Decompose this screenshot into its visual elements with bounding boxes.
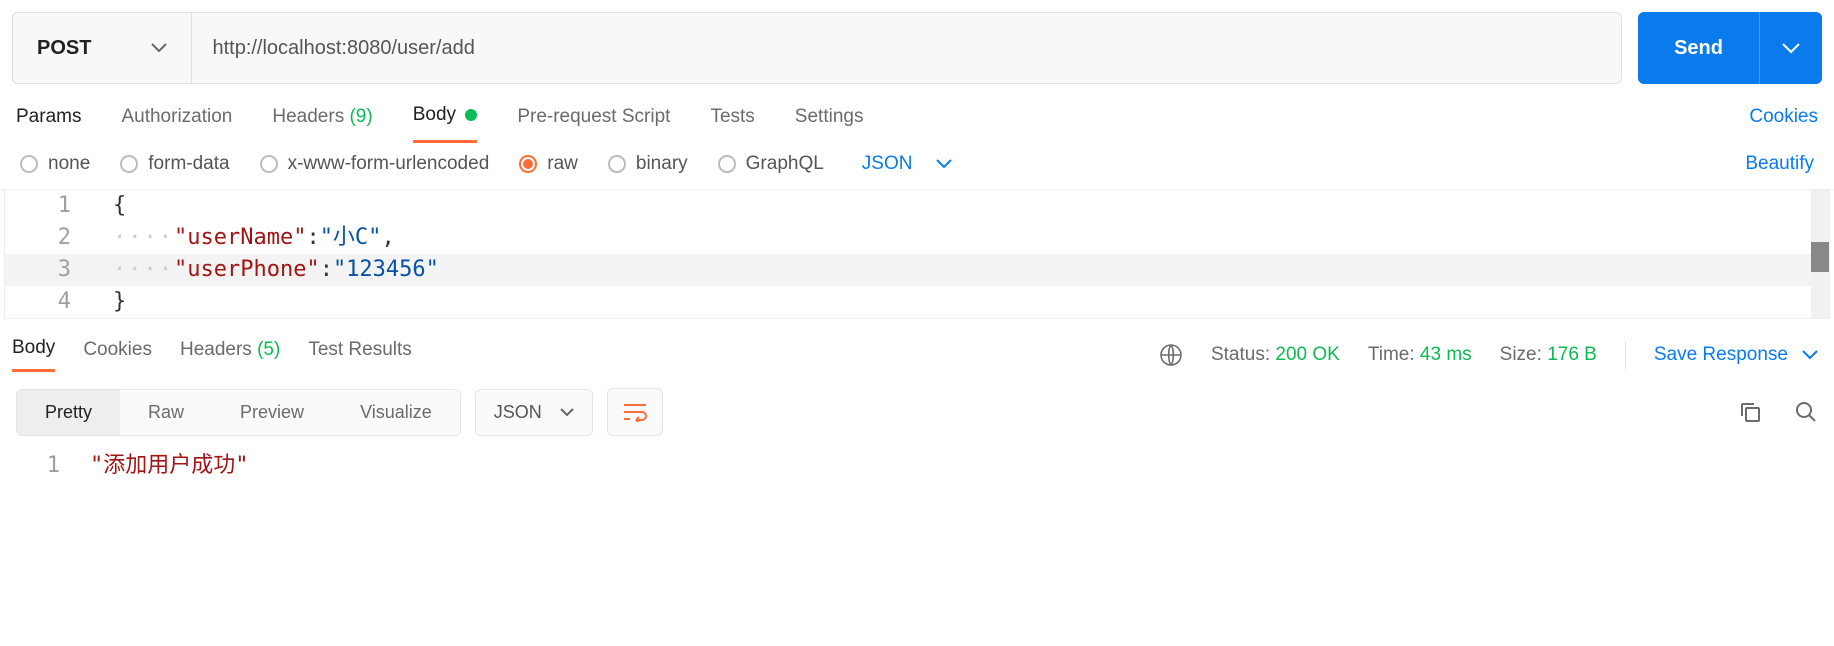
- wrap-lines-button[interactable]: [607, 388, 663, 436]
- line-number: 2: [5, 222, 105, 254]
- response-format-row: Pretty Raw Preview Visualize JSON: [0, 378, 1834, 446]
- globe-icon[interactable]: [1159, 343, 1183, 367]
- response-tab-test-results[interactable]: Test Results: [308, 339, 411, 371]
- time-value: 43 ms: [1420, 344, 1472, 365]
- tab-body-label: Body: [413, 104, 456, 125]
- response-view-segment: Pretty Raw Preview Visualize: [16, 389, 461, 436]
- send-dropdown[interactable]: [1760, 43, 1822, 54]
- view-raw[interactable]: Raw: [120, 390, 212, 435]
- view-preview[interactable]: Preview: [212, 390, 332, 435]
- tab-pre-request-script[interactable]: Pre-request Script: [517, 106, 670, 142]
- radio-x-www-form-urlencoded[interactable]: x-www-form-urlencoded: [260, 153, 490, 175]
- tab-headers[interactable]: Headers (9): [272, 106, 372, 142]
- response-tab-cookies[interactable]: Cookies: [83, 339, 152, 371]
- tab-headers-label: Headers: [272, 106, 344, 127]
- tab-params[interactable]: Params: [16, 106, 81, 142]
- response-body-editor[interactable]: 1 "添加用户成功": [0, 446, 1834, 498]
- status-value: 200 OK: [1275, 344, 1339, 365]
- radio-icon: [718, 155, 736, 173]
- radio-raw[interactable]: raw: [519, 153, 578, 175]
- send-button-group: Send: [1638, 12, 1822, 84]
- radio-icon: [260, 155, 278, 173]
- http-method-select[interactable]: POST: [13, 13, 192, 83]
- chevron-down-icon: [1802, 350, 1818, 360]
- body-type-radios: none form-data x-www-form-urlencoded raw…: [0, 143, 1834, 190]
- chevron-down-icon: [151, 43, 167, 53]
- view-pretty[interactable]: Pretty: [17, 390, 120, 435]
- http-method-label: POST: [37, 37, 91, 60]
- view-visualize[interactable]: Visualize: [332, 390, 460, 435]
- modified-dot-icon: [465, 109, 477, 121]
- response-tab-body[interactable]: Body: [12, 337, 55, 372]
- response-tabs: Body Cookies Headers (5) Test Results St…: [0, 319, 1834, 378]
- body-format-select[interactable]: JSON: [862, 153, 953, 175]
- radio-icon: [608, 155, 626, 173]
- tab-tests[interactable]: Tests: [710, 106, 754, 142]
- size-value: 176 B: [1547, 344, 1597, 365]
- url-method-container: POST: [12, 12, 1622, 84]
- tab-body[interactable]: Body: [413, 104, 478, 143]
- url-input[interactable]: [192, 13, 1621, 83]
- radio-icon: [20, 155, 38, 173]
- chevron-down-icon: [560, 408, 574, 417]
- line-number: 4: [5, 286, 105, 318]
- copy-icon[interactable]: [1738, 400, 1762, 424]
- send-button[interactable]: Send: [1638, 37, 1759, 60]
- chevron-down-icon: [936, 159, 952, 169]
- radio-form-data[interactable]: form-data: [120, 153, 229, 175]
- radio-none[interactable]: none: [20, 153, 90, 175]
- wrap-icon: [622, 402, 648, 422]
- radio-icon: [120, 155, 138, 173]
- beautify-link[interactable]: Beautify: [1745, 153, 1814, 175]
- response-format-select[interactable]: JSON: [475, 389, 593, 436]
- request-body-editor[interactable]: 1 { 2 ····"userName":"小C", 3 ····"userPh…: [4, 190, 1830, 319]
- line-number: 1: [5, 190, 105, 222]
- radio-icon: [519, 155, 537, 173]
- line-number: 3: [5, 254, 105, 286]
- tab-settings[interactable]: Settings: [795, 106, 864, 142]
- cookies-link[interactable]: Cookies: [1749, 106, 1818, 142]
- response-tab-headers[interactable]: Headers (5): [180, 339, 280, 371]
- radio-graphql[interactable]: GraphQL: [718, 153, 824, 175]
- response-headers-count: (5): [257, 339, 280, 360]
- headers-count: (9): [349, 106, 372, 127]
- response-status: Status: 200 OK Time: 43 ms Size: 176 B: [1211, 344, 1597, 366]
- chevron-down-icon: [1782, 43, 1800, 54]
- line-number: 1: [0, 450, 90, 482]
- editor-scrollbar[interactable]: [1811, 190, 1829, 318]
- body-format-label: JSON: [862, 153, 913, 175]
- divider: [1625, 341, 1626, 369]
- request-tabs: Params Authorization Headers (9) Body Pr…: [0, 92, 1834, 143]
- search-icon[interactable]: [1794, 400, 1818, 424]
- save-response-button[interactable]: Save Response: [1654, 344, 1818, 366]
- radio-binary[interactable]: binary: [608, 153, 688, 175]
- tab-authorization[interactable]: Authorization: [121, 106, 232, 142]
